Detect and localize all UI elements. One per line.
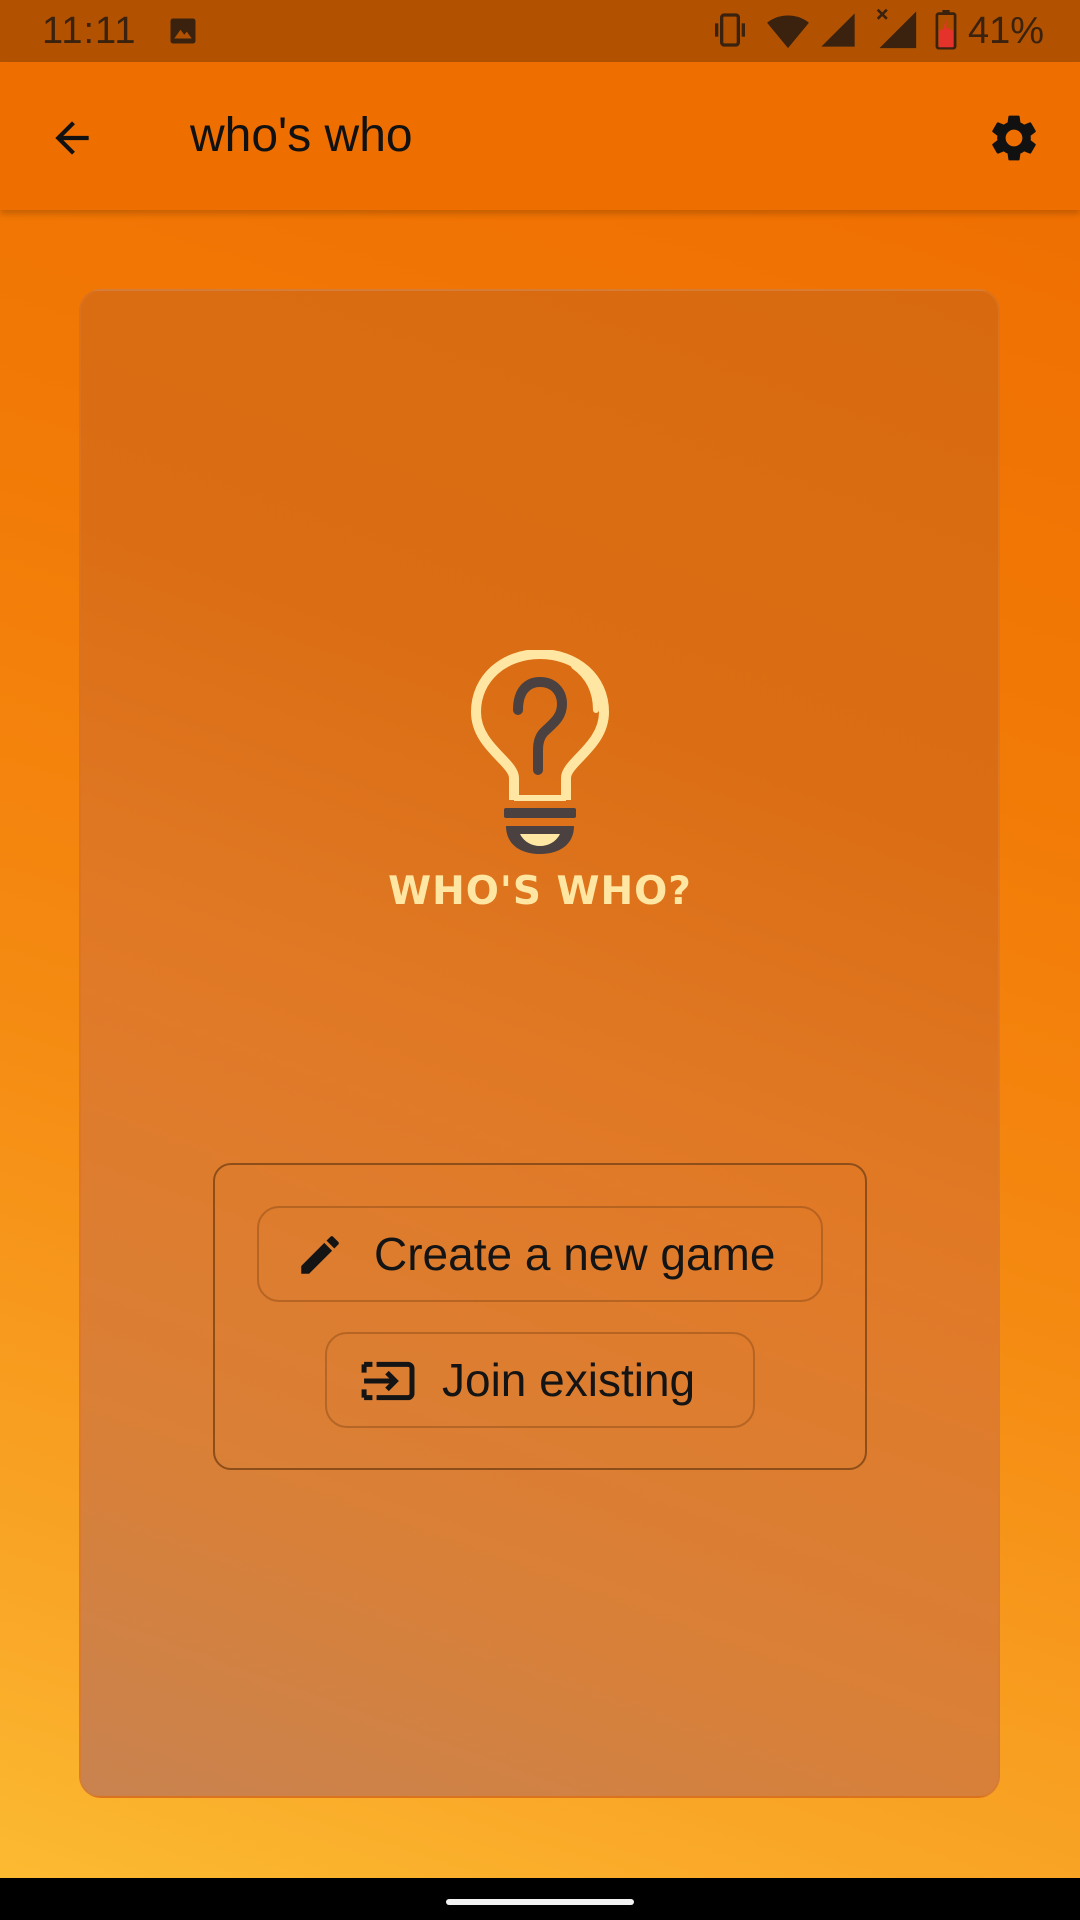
signal-icon <box>821 13 855 47</box>
main-card <box>79 289 1000 1798</box>
app-bar: who's who <box>0 62 1080 210</box>
image-icon <box>170 18 196 44</box>
battery-percent: 41% <box>967 10 1044 52</box>
signal-no-data-icon <box>876 8 917 49</box>
create-game-button[interactable]: Create a new game <box>257 1206 823 1302</box>
status-time: 11:11 <box>42 10 137 52</box>
back-button[interactable] <box>34 100 110 176</box>
wifi-icon <box>767 15 809 49</box>
screen: 11:11 41% who's who WHO'S WHO? Create a … <box>0 0 1080 1920</box>
pencil-icon <box>295 1230 345 1280</box>
arrow-back-icon <box>55 121 89 155</box>
gear-icon <box>992 115 1036 161</box>
page-title: who's who <box>190 109 413 162</box>
logo-text: WHO'S WHO? <box>388 869 692 914</box>
vibrate-icon <box>715 13 745 47</box>
join-existing-button[interactable]: Join existing <box>325 1332 755 1428</box>
lightbulb-question-icon <box>471 650 609 854</box>
create-game-label: Create a new game <box>374 1228 776 1280</box>
status-bar: 11:11 41% <box>0 0 1080 62</box>
battery-charging-icon <box>935 10 957 50</box>
login-icon <box>357 1356 417 1406</box>
settings-button[interactable] <box>976 100 1052 176</box>
home-handle[interactable] <box>446 1899 634 1905</box>
join-existing-label: Join existing <box>442 1354 696 1406</box>
